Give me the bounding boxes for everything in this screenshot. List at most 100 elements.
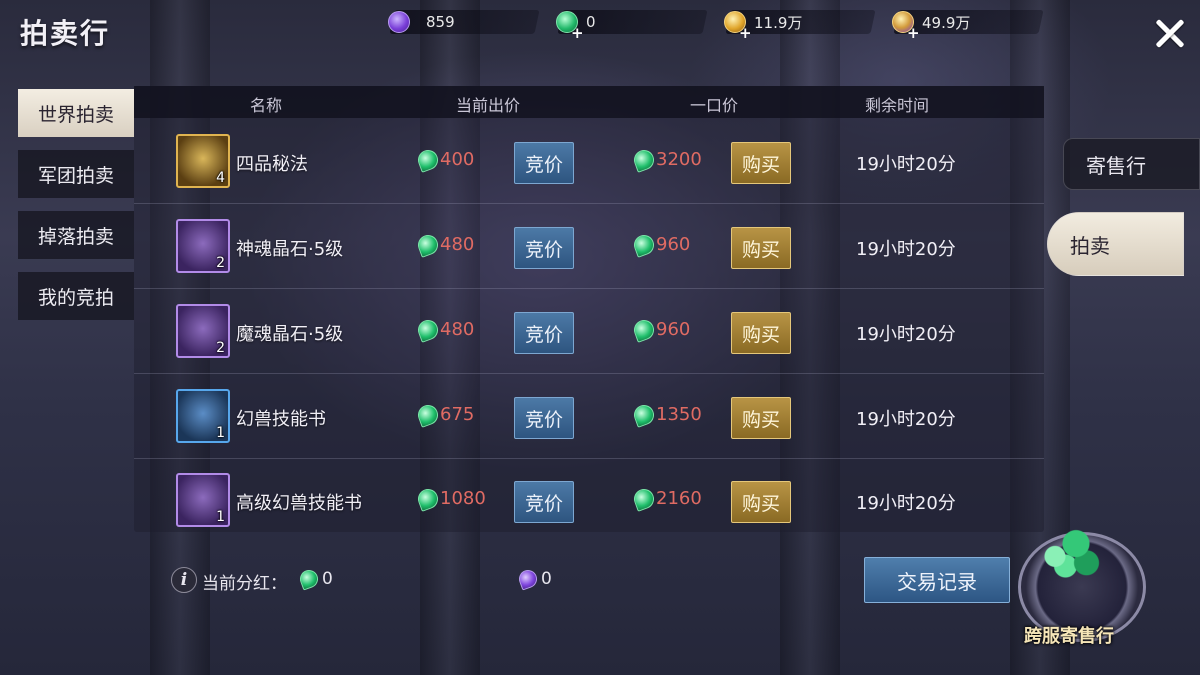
buyout-value: 960 — [656, 234, 691, 255]
currency-value: 49.9万 — [922, 13, 971, 32]
column-header-time-left: 剩余时间 — [865, 96, 930, 115]
cross-server-label: 跨服寄售行 — [1024, 626, 1114, 647]
buyout-price: 3200 — [631, 146, 702, 173]
tab-legion-auction[interactable]: 军团拍卖 — [18, 150, 134, 198]
page-title: 拍卖行 — [20, 17, 111, 50]
green-gem-icon — [415, 146, 441, 173]
green-gem-icon — [415, 231, 441, 258]
item-quantity: 1 — [216, 509, 225, 525]
current-bid: 480 — [415, 231, 475, 258]
buyout-value: 3200 — [656, 149, 702, 170]
buy-button[interactable]: 购买 — [731, 481, 791, 523]
item-name: 魔魂晶石·5级 — [236, 324, 344, 345]
table-row: 4 四品秘法 400 竞价 3200 购买 19小时20分 — [134, 120, 1044, 204]
advanced-skill-book-chest-icon[interactable]: 1 — [176, 473, 230, 527]
plus-icon[interactable]: + — [739, 24, 752, 42]
current-bid-value: 400 — [440, 149, 475, 170]
current-bid-value: 675 — [440, 404, 475, 425]
bid-button[interactable]: 竞价 — [514, 481, 574, 523]
buy-button[interactable]: 购买 — [731, 227, 791, 269]
tab-world-auction[interactable]: 世界拍卖 — [18, 89, 134, 137]
purple-gem-icon — [516, 567, 540, 591]
buyout-value: 2160 — [656, 488, 702, 509]
dividend-purple-value: 0 — [541, 569, 552, 589]
item-name: 幻兽技能书 — [236, 409, 326, 430]
currency-purple-gold-coin[interactable]: + 49.9万 — [892, 10, 971, 42]
currency-purple-gem[interactable]: 859 — [388, 10, 455, 34]
info-icon[interactable]: i — [171, 567, 197, 593]
item-name: 四品秘法 — [236, 154, 308, 175]
currency-gold-coin[interactable]: + 11.9万 — [724, 10, 803, 42]
dividend-label: 当前分红： — [202, 574, 287, 594]
emerald-pile-icon — [1034, 518, 1104, 582]
item-quantity: 4 — [216, 170, 225, 186]
green-gem-icon — [415, 316, 441, 343]
close-icon[interactable] — [1150, 14, 1190, 54]
currency-value: 0 — [586, 13, 596, 31]
time-remaining: 19小时20分 — [856, 239, 956, 260]
dark-orb-icon[interactable]: 2 — [176, 219, 230, 273]
green-gem-icon — [415, 485, 441, 512]
item-name: 高级幻兽技能书 — [236, 493, 362, 514]
current-bid: 480 — [415, 316, 475, 343]
tab-my-bids[interactable]: 我的竞拍 — [18, 272, 134, 320]
item-name: 神魂晶石·5级 — [236, 239, 344, 260]
green-gem-icon — [631, 485, 657, 512]
item-quantity: 2 — [216, 340, 225, 356]
green-gem-icon — [631, 316, 657, 343]
gold-coin-icon: + — [724, 11, 752, 42]
buy-button[interactable]: 购买 — [731, 142, 791, 184]
item-quantity: 1 — [216, 425, 225, 441]
buyout-price: 960 — [631, 231, 691, 258]
tab-auction[interactable]: 拍卖 — [1047, 212, 1184, 276]
cross-server-consignment-button[interactable]: 跨服寄售行 — [1014, 518, 1164, 658]
trade-history-button[interactable]: 交易记录 — [864, 557, 1010, 603]
bid-button[interactable]: 竞价 — [514, 142, 574, 184]
tab-drop-auction[interactable]: 掉落拍卖 — [18, 211, 134, 259]
table-row: 2 魔魂晶石·5级 480 竞价 960 购买 19小时20分 — [134, 290, 1044, 374]
table-row: 2 神魂晶石·5级 480 竞价 960 购买 19小时20分 — [134, 205, 1044, 289]
buyout-price: 1350 — [631, 401, 702, 428]
currency-value: 859 — [426, 13, 455, 31]
green-gem-icon — [415, 401, 441, 428]
time-remaining: 19小时20分 — [856, 324, 956, 345]
time-remaining: 19小时20分 — [856, 493, 956, 514]
current-bid: 675 — [415, 401, 475, 428]
buyout-value: 1350 — [656, 404, 702, 425]
skill-book-chest-icon[interactable]: 1 — [176, 389, 230, 443]
buyout-value: 960 — [656, 319, 691, 340]
green-gem-icon — [631, 231, 657, 258]
current-bid-value: 1080 — [440, 488, 486, 509]
currency-value: 11.9万 — [754, 13, 803, 32]
item-quantity: 2 — [216, 255, 225, 271]
buy-button[interactable]: 购买 — [731, 397, 791, 439]
green-gem-icon: + — [556, 11, 584, 42]
purple-gold-coin-icon: + — [892, 11, 920, 42]
buyout-price: 960 — [631, 316, 691, 343]
plus-icon[interactable]: + — [571, 24, 584, 42]
current-bid-value: 480 — [440, 319, 475, 340]
green-gem-icon — [297, 567, 321, 591]
column-header-name: 名称 — [250, 96, 283, 115]
column-header-current-bid: 当前出价 — [456, 96, 521, 115]
bid-button[interactable]: 竞价 — [514, 397, 574, 439]
dividend-green-value: 0 — [322, 569, 333, 589]
table-row: 1 高级幻兽技能书 1080 竞价 2160 购买 19小时20分 — [134, 459, 1044, 543]
time-remaining: 19小时20分 — [856, 154, 956, 175]
current-bid-value: 480 — [440, 234, 475, 255]
column-header-buyout: 一口价 — [690, 96, 739, 115]
amber-gem-icon[interactable]: 2 — [176, 304, 230, 358]
currency-green-gem[interactable]: + 0 — [556, 10, 596, 42]
time-remaining: 19小时20分 — [856, 409, 956, 430]
buy-button[interactable]: 购买 — [731, 312, 791, 354]
current-bid: 400 — [415, 146, 475, 173]
plus-icon[interactable]: + — [907, 24, 920, 42]
green-gem-icon — [631, 146, 657, 173]
green-gem-icon — [631, 401, 657, 428]
buyout-price: 2160 — [631, 485, 702, 512]
bid-button[interactable]: 竞价 — [514, 312, 574, 354]
tab-consignment[interactable]: 寄售行 — [1063, 138, 1200, 190]
bid-button[interactable]: 竞价 — [514, 227, 574, 269]
dividend-purple: 0 — [516, 567, 552, 591]
treasure-chest-icon[interactable]: 4 — [176, 134, 230, 188]
